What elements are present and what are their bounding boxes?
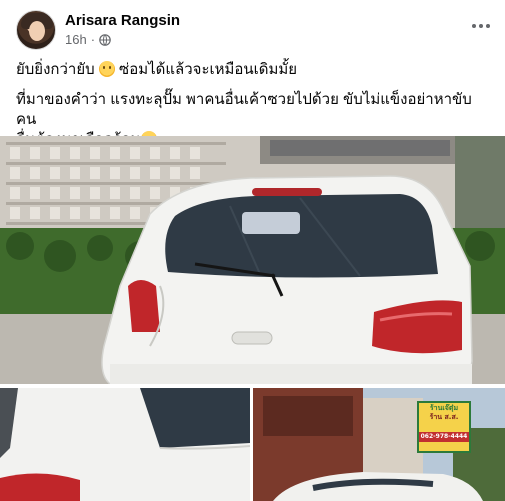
globe-icon[interactable] (99, 33, 111, 46)
more-options-button[interactable] (466, 14, 496, 38)
shop-sign: ร้านเจ๊ตุ๋ม ร้าน ส.ส. 062-978-4444 (419, 404, 469, 442)
avatar-face (29, 21, 45, 41)
pleading-face-emoji-icon (98, 61, 115, 77)
post-timestamp[interactable]: 16h (65, 32, 87, 47)
post-photo-detail[interactable] (0, 388, 250, 501)
meta-separator: · (90, 32, 96, 47)
sign-phone: 062-978-4444 (419, 432, 469, 442)
post-photo-shop[interactable]: ร้านเจ๊ตุ๋ม ร้าน ส.ส. 062-978-4444 (253, 388, 505, 501)
more-horizontal-icon (472, 24, 476, 28)
author-avatar[interactable] (16, 10, 56, 50)
sign-line-2: ร้าน ส.ส. (429, 413, 459, 421)
post-meta: 16h · (65, 32, 111, 47)
more-horizontal-icon (479, 24, 483, 28)
post-text-a: ยับยิ่งกว่ายับ (16, 61, 99, 78)
post-photo-main[interactable] (0, 136, 505, 384)
photo-car-closeup (0, 388, 250, 501)
more-horizontal-icon (486, 24, 490, 28)
post-header: Arisara Rangsin 16h · (16, 10, 496, 50)
sign-line-1: ร้านเจ๊ตุ๋ม (429, 404, 459, 412)
post-line-1: ยับยิ่งกว่ายับ ซ่อมได้แล้วจะเหมือนเดิมมั… (16, 60, 491, 80)
author-name[interactable]: Arisara Rangsin (65, 12, 180, 29)
photo-damaged-car-rear (0, 136, 505, 384)
post-card: Arisara Rangsin 16h · ยับยิ่งกว่ายับ ซ่อ… (0, 0, 505, 501)
post-text-b: ซ่อมได้แล้วจะเหมือนเดิมมั้ย (114, 61, 298, 78)
